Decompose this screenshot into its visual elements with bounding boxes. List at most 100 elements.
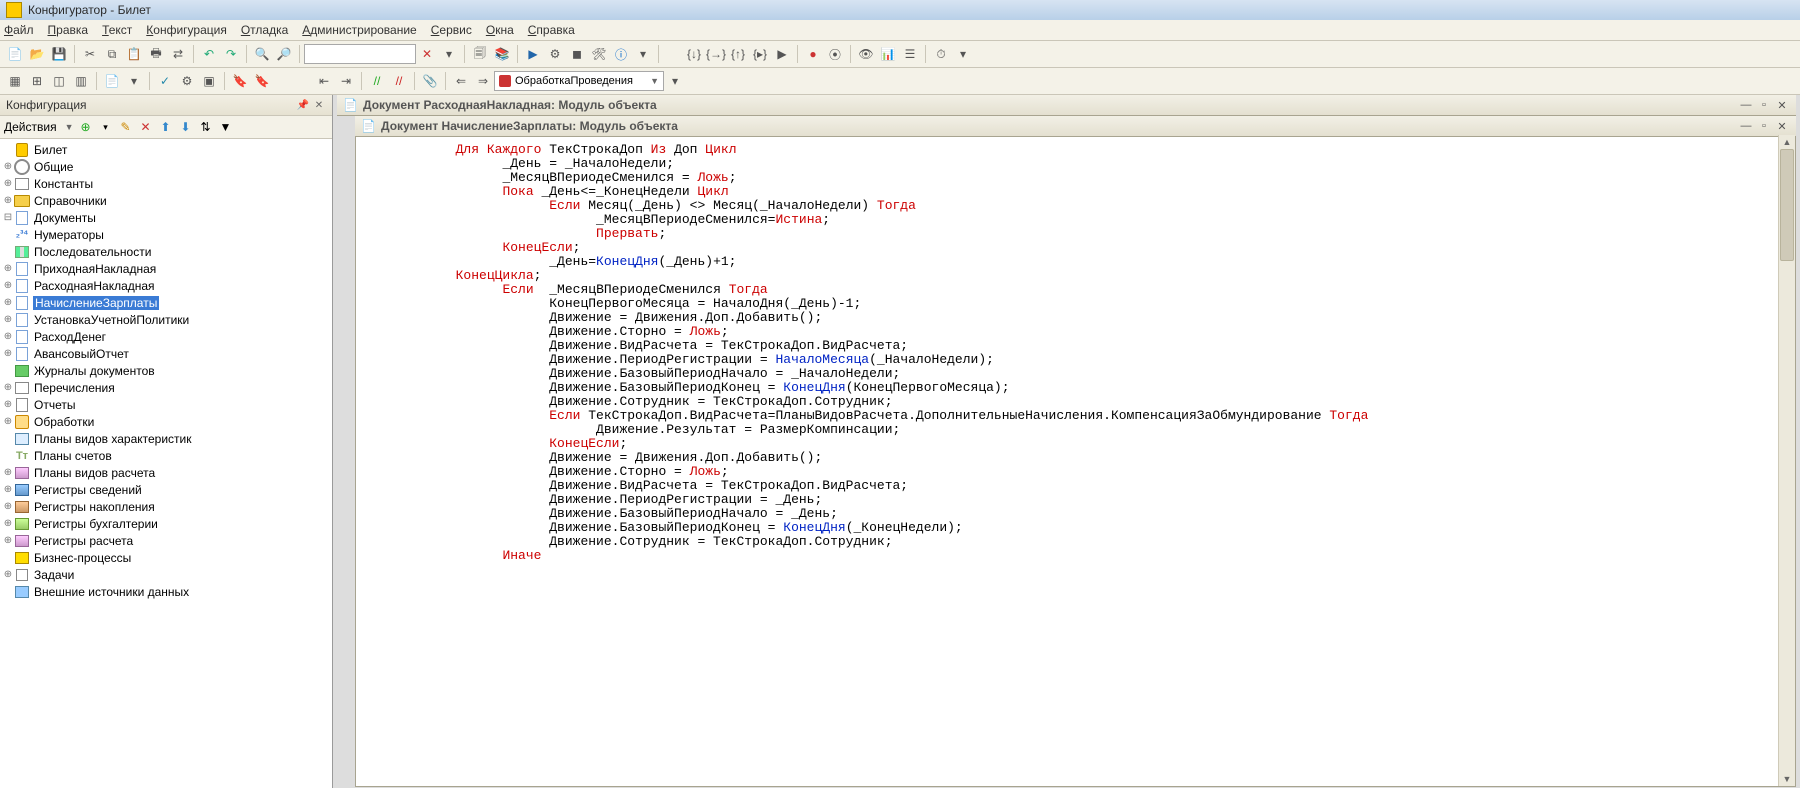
tree-node[interactable]: Бизнес-процессы <box>0 549 332 566</box>
code-line[interactable]: Движение = Движения.Доп.Добавить(); <box>362 451 1795 465</box>
tool-icon[interactable]: 🛠 <box>590 45 608 63</box>
tree-twisty[interactable]: ⊕ <box>2 399 14 410</box>
sort-icon[interactable]: ⇅ <box>198 119 214 135</box>
tree-node[interactable]: ⊕Регистры накопления <box>0 498 332 515</box>
maximize-icon[interactable]: ▫ <box>1756 120 1772 133</box>
indent-icon[interactable]: ⇤ <box>315 72 333 90</box>
tree-twisty[interactable]: ⊕ <box>2 348 14 359</box>
minimize-icon[interactable]: — <box>1738 120 1754 133</box>
panel-icon[interactable]: ▥ <box>72 72 90 90</box>
code-line[interactable]: Движение.БазовыйПериодНачало = _НачалоНе… <box>362 367 1795 381</box>
code-line[interactable]: Для Каждого ТекСтрокаДоп Из Доп Цикл <box>362 143 1795 157</box>
code-line[interactable]: Движение.ВидРасчета = ТекСтрокаДоп.ВидРа… <box>362 339 1795 353</box>
extended-icon[interactable]: ⚙ <box>178 72 196 90</box>
stop-icon[interactable]: ◼ <box>568 45 586 63</box>
code-line[interactable]: Движение.Сотрудник = ТекСтрокаДоп.Сотруд… <box>362 395 1795 409</box>
debug-icon[interactable]: ⚙ <box>546 45 564 63</box>
menu-item[interactable]: Справка <box>528 23 575 37</box>
step-over-icon[interactable]: {↓} <box>685 45 703 63</box>
paste-icon[interactable]: 📋 <box>125 45 143 63</box>
code-line[interactable]: Прервать; <box>362 227 1795 241</box>
code-line[interactable]: Движение.Сотрудник = ТекСтрокаДоп.Сотруд… <box>362 535 1795 549</box>
outdent-icon[interactable]: ⇥ <box>337 72 355 90</box>
undo-icon[interactable]: ↶ <box>200 45 218 63</box>
breakpoints-icon[interactable]: ⦿ <box>826 45 844 63</box>
delete-icon[interactable]: ✕ <box>138 119 154 135</box>
step-into-icon[interactable]: {→} <box>707 45 725 63</box>
books-icon[interactable]: 📚 <box>493 45 511 63</box>
tree-twisty[interactable]: ⊕ <box>2 484 14 495</box>
tree-node[interactable]: ⊕Регистры сведений <box>0 481 332 498</box>
menu-item[interactable]: Отладка <box>241 23 288 37</box>
tree-node[interactable]: ТтПланы счетов <box>0 447 332 464</box>
tree-twisty[interactable]: ⊕ <box>2 263 14 274</box>
tree-twisty[interactable]: ⊕ <box>2 280 14 291</box>
maximize-icon[interactable]: ▫ <box>1756 99 1772 112</box>
menu-item[interactable]: Окна <box>486 23 514 37</box>
tree-node[interactable]: Журналы документов <box>0 362 332 379</box>
edit-icon[interactable]: ✎ <box>118 119 134 135</box>
new-icon[interactable]: 📄 <box>6 45 24 63</box>
comment-icon[interactable]: // <box>368 72 386 90</box>
code-line[interactable]: Иначе <box>362 549 1795 563</box>
tree-twisty[interactable]: ⊕ <box>2 314 14 325</box>
menu-item[interactable]: Файл <box>4 23 34 37</box>
menu-item[interactable]: Администрирование <box>302 23 416 37</box>
tree-node[interactable]: Билет <box>0 141 332 158</box>
code-line[interactable]: Движение.БазовыйПериодКонец = КонецДня(К… <box>362 381 1795 395</box>
watch-icon[interactable]: 👁 <box>857 45 875 63</box>
scroll-down-icon[interactable]: ▼ <box>1779 772 1795 786</box>
code-line[interactable]: Движение.Сторно = Ложь; <box>362 465 1795 479</box>
tree-twisty[interactable]: ⊕ <box>2 382 14 393</box>
document-bar-2[interactable]: 📄 Документ НачислениеЗарплаты: Модуль об… <box>355 116 1796 137</box>
tree-twisty[interactable]: ⊕ <box>2 195 14 206</box>
menu-item[interactable]: Текст <box>102 23 132 37</box>
tree-node[interactable]: ⊕Константы <box>0 175 332 192</box>
tree-twisty[interactable]: ⊕ <box>2 331 14 342</box>
dropdown-icon[interactable]: ▾ <box>954 45 972 63</box>
code-line[interactable]: Движение.БазовыйПериодКонец = КонецДня(_… <box>362 521 1795 535</box>
filter-icon[interactable]: ▼ <box>218 119 234 135</box>
bookmark-icon[interactable]: 🔖 <box>231 72 249 90</box>
run-icon[interactable]: ▶ <box>524 45 542 63</box>
table-icon[interactable]: ▦ <box>6 72 24 90</box>
code-line[interactable]: Движение.ПериодРегистрации = _День; <box>362 493 1795 507</box>
uncomment-icon[interactable]: // <box>390 72 408 90</box>
form-icon[interactable]: ▣ <box>200 72 218 90</box>
copy-icon[interactable]: ⧉ <box>103 45 121 63</box>
search-input[interactable] <box>304 44 416 64</box>
tree-node[interactable]: ⊕НачислениеЗарплаты <box>0 294 332 311</box>
code-line[interactable]: _День = _НачалоНедели; <box>362 157 1795 171</box>
tree-node[interactable]: ⊕Задачи <box>0 566 332 583</box>
proc-prev-icon[interactable]: ⇐ <box>452 72 470 90</box>
tree-twisty[interactable]: ⊟ <box>2 212 14 223</box>
menu-item[interactable]: Сервис <box>431 23 472 37</box>
tree-node[interactable]: ⊕Перечисления <box>0 379 332 396</box>
code-line[interactable]: Движение.БазовыйПериодНачало = _День; <box>362 507 1795 521</box>
tree-node[interactable]: ⊕АвансовыйОтчет <box>0 345 332 362</box>
procedure-combo[interactable]: ОбработкаПроведения ▼ <box>494 71 664 91</box>
dropdown-icon[interactable]: ▾ <box>98 119 114 135</box>
dropdown-icon[interactable]: ▾ <box>634 45 652 63</box>
tree-node[interactable]: ⊕Регистры расчета <box>0 532 332 549</box>
tree-twisty[interactable]: ⊕ <box>2 161 14 172</box>
vertical-scrollbar[interactable]: ▲ ▼ <box>1778 135 1795 786</box>
dropdown-icon[interactable]: ▾ <box>125 72 143 90</box>
code-line[interactable]: КонецЕсли; <box>362 437 1795 451</box>
goto-icon[interactable]: 📎 <box>421 72 439 90</box>
save-icon[interactable]: 💾 <box>50 45 68 63</box>
syntax-icon[interactable]: ✓ <box>156 72 174 90</box>
tree-node[interactable]: ⊕Справочники <box>0 192 332 209</box>
code-line[interactable]: _МесяцВПериодеСменился = Ложь; <box>362 171 1795 185</box>
minimize-icon[interactable]: — <box>1738 99 1754 112</box>
scroll-up-icon[interactable]: ▲ <box>1779 135 1795 149</box>
document-bar-1[interactable]: 📄 Документ РасходнаяНакладная: Модуль об… <box>337 95 1796 116</box>
print-icon[interactable]: 🖶 <box>147 45 165 63</box>
code-line[interactable]: Движение = Движения.Доп.Добавить(); <box>362 311 1795 325</box>
tree-twisty[interactable]: ⊕ <box>2 178 14 189</box>
code-line[interactable]: Если ТекСтрокаДоп.ВидРасчета=ПланыВидовР… <box>362 409 1795 423</box>
config-tree[interactable]: Билет⊕Общие⊕Константы⊕Справочники⊟Докуме… <box>0 139 332 788</box>
tree-node[interactable]: ⊕РасходнаяНакладная <box>0 277 332 294</box>
proc-next-icon[interactable]: ⇒ <box>474 72 492 90</box>
open-icon[interactable]: 📂 <box>28 45 46 63</box>
